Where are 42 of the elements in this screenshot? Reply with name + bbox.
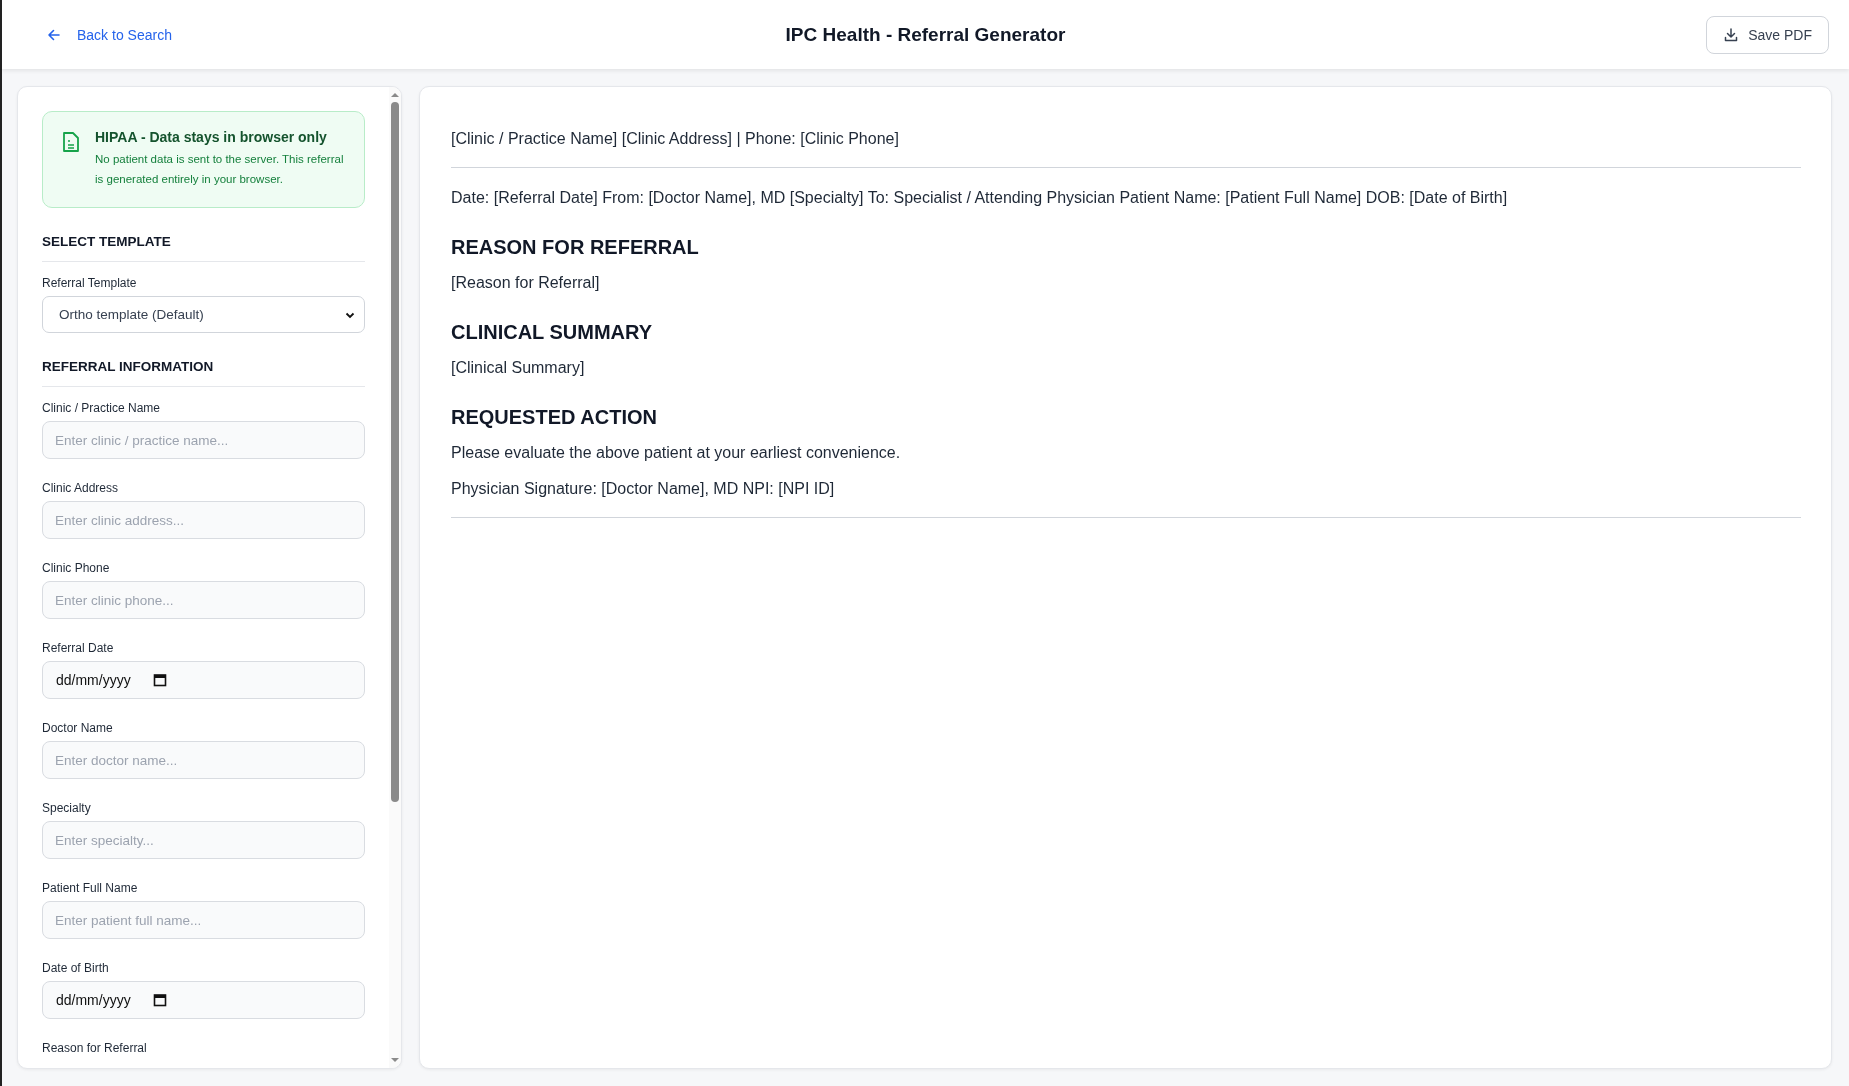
field-label: Referral Template xyxy=(42,276,138,290)
document-icon xyxy=(61,131,81,153)
section-heading: REFERRAL INFORMATION xyxy=(42,359,365,387)
document-paragraph: Physician Signature: [Doctor Name], MD NPI: [NPI ID] xyxy=(451,479,836,499)
input-field[interactable]: Enter patient full name... xyxy=(42,901,365,939)
input-field[interactable]: Enter clinic address... xyxy=(42,501,365,539)
document-paragraph: Date: [Referral Date] From: [Doctor Name], MD [Specialty] To: Specialist / Attending Physician Patient Name: [Patient Full Name] DOB: [Date of Birth] xyxy=(451,188,1509,208)
template-select[interactable]: Ortho template (Default) xyxy=(42,296,365,333)
download-icon xyxy=(1723,26,1740,43)
field-label: Patient Full Name xyxy=(42,881,139,895)
scrollbar[interactable] xyxy=(389,87,401,1068)
field-label: Specialty xyxy=(42,801,92,815)
document-heading: REQUESTED ACTION xyxy=(451,406,658,429)
section-heading: SELECT TEMPLATE xyxy=(42,234,365,262)
notice-text: No patient data is sent to the server. This referral is generated entirely in your browser. xyxy=(95,152,345,187)
scroll-down-icon[interactable] xyxy=(390,1056,400,1064)
date-field[interactable]: dd/mm/yyyy xyxy=(42,981,365,1019)
document-paragraph: [Reason for Referral] xyxy=(451,273,601,293)
document-heading: CLINICAL SUMMARY xyxy=(451,321,654,344)
document-heading: REASON FOR REFERRAL xyxy=(451,236,700,259)
input-field[interactable]: Enter clinic / practice name... xyxy=(42,421,365,459)
field-label: Date of Birth xyxy=(42,961,110,975)
input-field[interactable]: Enter doctor name... xyxy=(42,741,365,779)
field-label: Clinic Address xyxy=(42,481,120,495)
document-paragraph: [Clinical Summary] xyxy=(451,358,586,378)
input-field[interactable]: Enter clinic phone... xyxy=(42,581,365,619)
back-link[interactable]: Back to Search xyxy=(46,26,172,43)
field-label: Referral Date xyxy=(42,641,115,655)
input-field[interactable]: Enter specialty... xyxy=(42,821,365,859)
calendar-icon xyxy=(152,673,167,687)
field-label: Doctor Name xyxy=(42,721,114,735)
page-title: IPC Health - Referral Generator xyxy=(785,23,1066,46)
save-pdf-button[interactable]: Save PDF xyxy=(1706,15,1829,54)
scroll-up-icon[interactable] xyxy=(390,91,400,99)
field-label: Clinic / Practice Name xyxy=(42,401,162,415)
document-paragraph: [Clinic / Practice Name] [Clinic Address] | Phone: [Clinic Phone] xyxy=(451,129,900,149)
calendar-icon xyxy=(152,993,167,1007)
notice-title: HIPAA - Data stays in browser only xyxy=(95,129,328,145)
field-label: Clinic Phone xyxy=(42,561,111,575)
document-paragraph: Please evaluate the above patient at your earliest convenience. xyxy=(451,443,902,463)
field-label: Reason for Referral xyxy=(42,1041,148,1055)
date-field[interactable]: dd/mm/yyyy xyxy=(42,661,365,699)
